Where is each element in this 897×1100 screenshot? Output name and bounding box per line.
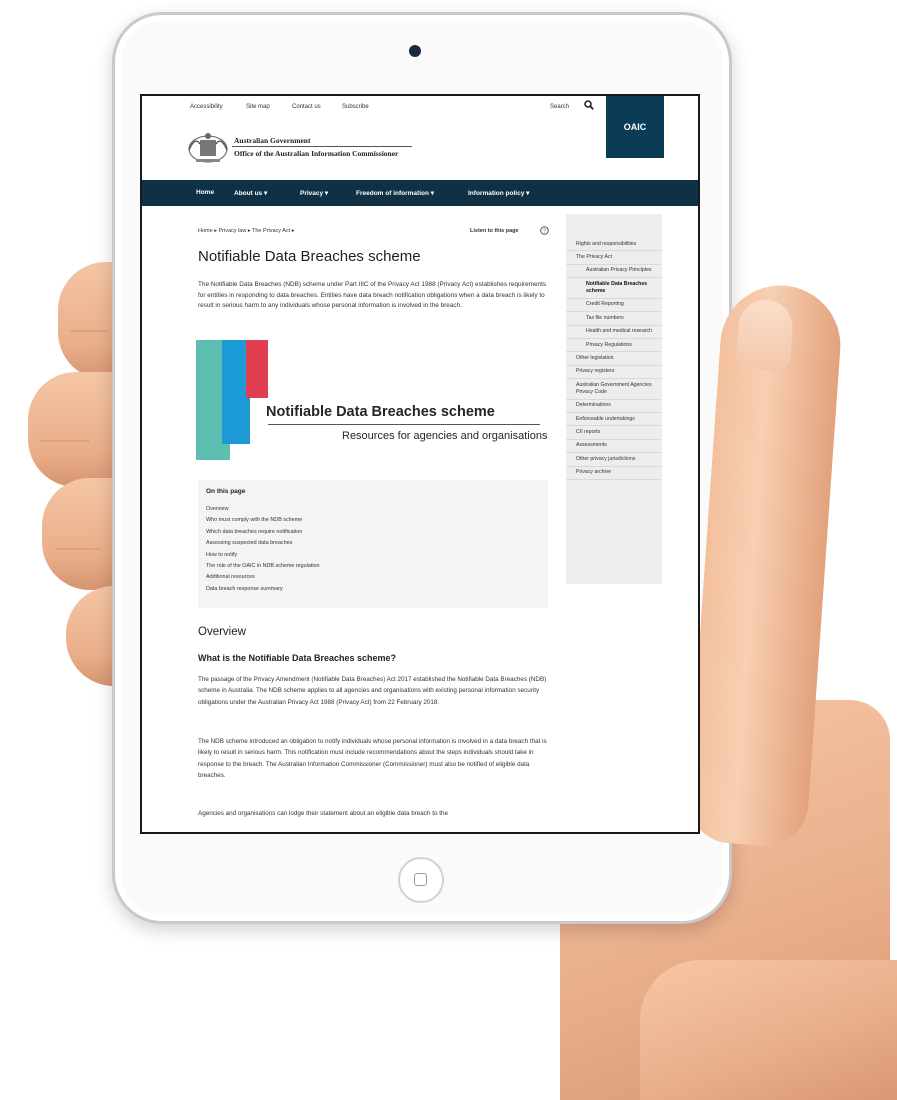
- coat-of-arms-icon: [188, 133, 228, 163]
- nav-about[interactable]: About us ▾: [234, 189, 267, 197]
- page-title: Notifiable Data Breaches scheme: [198, 248, 421, 265]
- what-heading: What is the Notifiable Data Breaches sch…: [198, 653, 397, 663]
- util-link-contact[interactable]: Contact us: [292, 104, 321, 110]
- gov-divider: [232, 146, 412, 147]
- body-paragraph: The passage of the Privacy Amendment (No…: [198, 676, 547, 706]
- oaic-logo-badge[interactable]: OAIC: [606, 96, 664, 158]
- nav-home[interactable]: Home: [196, 189, 214, 196]
- util-link-accessibility[interactable]: Accessibility: [190, 104, 223, 110]
- banner-title: Notifiable Data Breaches scheme: [266, 404, 495, 420]
- sidebar-nav: Rights and responsibilities The Privacy …: [566, 214, 662, 584]
- toc-link[interactable]: Overview: [206, 504, 320, 515]
- help-icon[interactable]: ?: [540, 226, 549, 235]
- sidebar-item[interactable]: CII reports: [566, 426, 662, 440]
- util-link-subscribe[interactable]: Subscribe: [342, 104, 369, 110]
- banner-subtitle: Resources for agencies and organisations: [342, 430, 548, 442]
- on-this-page-box: On this page Overview Who must comply wi…: [198, 480, 548, 608]
- sidebar-subitem[interactable]: Privacy Regulations: [566, 339, 662, 353]
- ndb-banner-image: Notifiable Data Breaches scheme Resource…: [194, 340, 548, 460]
- sidebar-item[interactable]: Privacy archive: [566, 467, 662, 481]
- hand-wrist: [640, 960, 897, 1100]
- gov-line-2: Office of the Australian Information Com…: [234, 149, 399, 158]
- sidebar-subitem[interactable]: Health and medical research: [566, 326, 662, 339]
- search-label[interactable]: Search: [550, 104, 569, 110]
- sidebar-item[interactable]: Other legislation: [566, 352, 662, 366]
- sidebar-item[interactable]: Determinations: [566, 400, 662, 414]
- banner-divider: [268, 424, 540, 425]
- toc-link[interactable]: Who must comply with the NDB scheme: [206, 515, 320, 526]
- sidebar-item[interactable]: The Privacy Act: [566, 251, 662, 265]
- on-this-page-list: Overview Who must comply with the NDB sc…: [206, 504, 320, 595]
- banner-bar-red: [246, 340, 268, 398]
- body-paragraph: Agencies and organisations can lodge the…: [198, 810, 448, 817]
- sidebar-subitem[interactable]: Australian Privacy Principles: [566, 265, 662, 279]
- sidebar-item[interactable]: Assessments: [566, 440, 662, 454]
- gov-line-1: Australian Government: [234, 136, 311, 145]
- tablet-screen: Accessibility Site map Contact us Subscr…: [140, 94, 700, 834]
- front-camera: [409, 45, 421, 57]
- overview-heading: Overview: [198, 626, 246, 638]
- sidebar-subitem[interactable]: Tax file numbers: [566, 312, 662, 326]
- util-link-sitemap[interactable]: Site map: [246, 104, 270, 110]
- sidebar-subitem-active[interactable]: Notifiable Data Breaches scheme: [566, 278, 662, 299]
- nav-info-policy[interactable]: Information policy ▾: [468, 189, 529, 197]
- knuckle-crease: [70, 330, 110, 332]
- intro-paragraph: The Notifiable Data Breaches (NDB) schem…: [198, 281, 547, 310]
- nav-foi[interactable]: Freedom of information ▾: [356, 189, 434, 197]
- nav-privacy[interactable]: Privacy ▾: [300, 189, 328, 197]
- toc-link[interactable]: Assessing suspected data breaches: [206, 538, 320, 549]
- sidebar-item[interactable]: Other privacy jurisdictions: [566, 453, 662, 467]
- on-this-page-title: On this page: [206, 488, 246, 495]
- listen-link[interactable]: Listen to this page: [470, 228, 519, 234]
- body-paragraph: The NDB scheme introduced an obligation …: [198, 738, 547, 780]
- sidebar-item[interactable]: Enforceable undertakings: [566, 413, 662, 427]
- toc-link[interactable]: The role of the OAIC in NDB scheme regul…: [206, 561, 320, 572]
- sidebar-item[interactable]: Rights and responsibilities: [566, 238, 662, 252]
- thumb-nail: [735, 298, 795, 372]
- knuckle-crease: [55, 548, 101, 550]
- sidebar-item[interactable]: Australian Government Agencies Privacy C…: [566, 379, 662, 400]
- breadcrumb[interactable]: Home ▸ Privacy law ▸ The Privacy Act ▸: [198, 228, 295, 234]
- toc-link[interactable]: How to notify: [206, 550, 320, 561]
- knuckle-crease: [40, 440, 90, 442]
- sidebar-item[interactable]: Privacy registers: [566, 366, 662, 380]
- main-nav: Home About us ▾ Privacy ▾ Freedom of inf…: [142, 180, 698, 206]
- toc-link[interactable]: Which data breaches require notification: [206, 527, 320, 538]
- svg-text:?: ?: [543, 229, 546, 235]
- sidebar-subitem[interactable]: Credit Reporting: [566, 299, 662, 313]
- toc-link[interactable]: Additional resources: [206, 572, 320, 583]
- home-button[interactable]: [398, 857, 444, 903]
- search-icon[interactable]: [584, 100, 594, 110]
- toc-link[interactable]: Data breach response summary: [206, 584, 320, 595]
- home-button-icon: [414, 873, 427, 886]
